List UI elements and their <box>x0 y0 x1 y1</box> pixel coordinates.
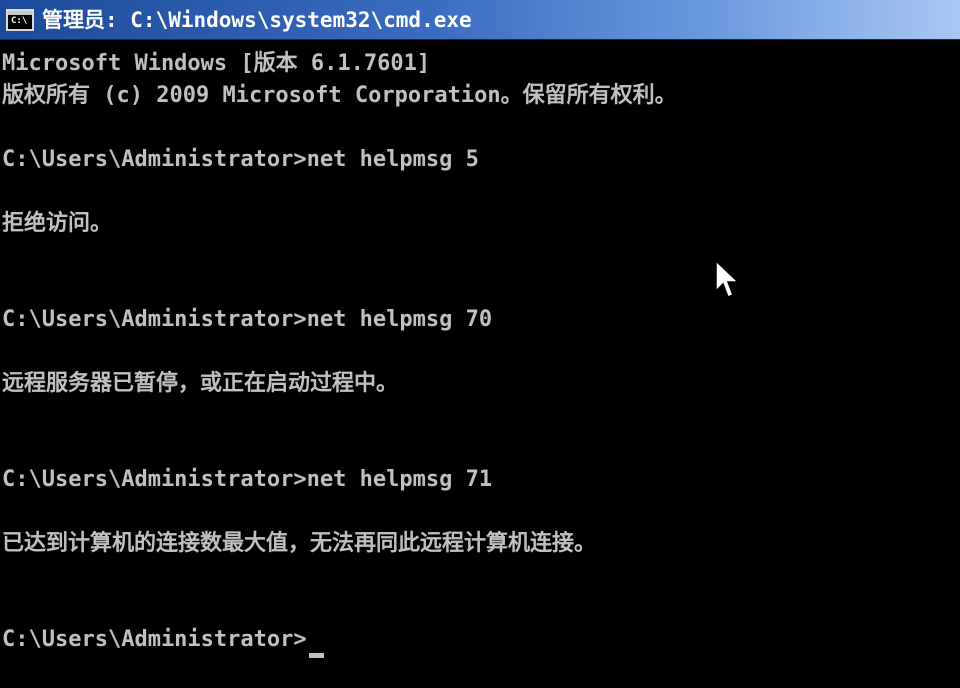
console-line-copyright: 版权所有 (c) 2009 Microsoft Corporation。保留所有… <box>2 83 677 108</box>
console-line-version: Microsoft Windows [版本 6.1.7601] <box>2 51 431 76</box>
console-line-output: 远程服务器已暂停，或正在启动过程中。 <box>2 371 399 396</box>
console-line-output: 已达到计算机的连接数最大值，无法再同此远程计算机连接。 <box>2 531 597 556</box>
text-cursor <box>308 653 324 658</box>
prompt-text: C:\Users\Administrator> <box>2 627 307 652</box>
console-output[interactable]: Microsoft Windows [版本 6.1.7601] 版权所有 (c)… <box>0 48 960 658</box>
cmd-window[interactable]: C:\ 管理员: C:\Windows\system32\cmd.exe Mic… <box>0 0 960 688</box>
title-bar[interactable]: C:\ 管理员: C:\Windows\system32\cmd.exe <box>0 0 960 40</box>
console-line-command: C:\Users\Administrator>net helpmsg 70 <box>2 307 493 332</box>
console-prompt-line[interactable]: C:\Users\Administrator> <box>2 624 324 658</box>
cmd-icon-bar <box>8 11 32 15</box>
console-line-command: C:\Users\Administrator>net helpmsg 71 <box>2 467 493 492</box>
console-line-output: 拒绝访问。 <box>2 211 113 236</box>
cmd-icon-label: C:\ <box>11 16 28 26</box>
mouse-pointer-icon <box>715 260 740 298</box>
console-line-command: C:\Users\Administrator>net helpmsg 5 <box>2 147 479 172</box>
cmd-icon[interactable]: C:\ <box>6 9 34 31</box>
window-title: 管理员: C:\Windows\system32\cmd.exe <box>42 8 472 32</box>
